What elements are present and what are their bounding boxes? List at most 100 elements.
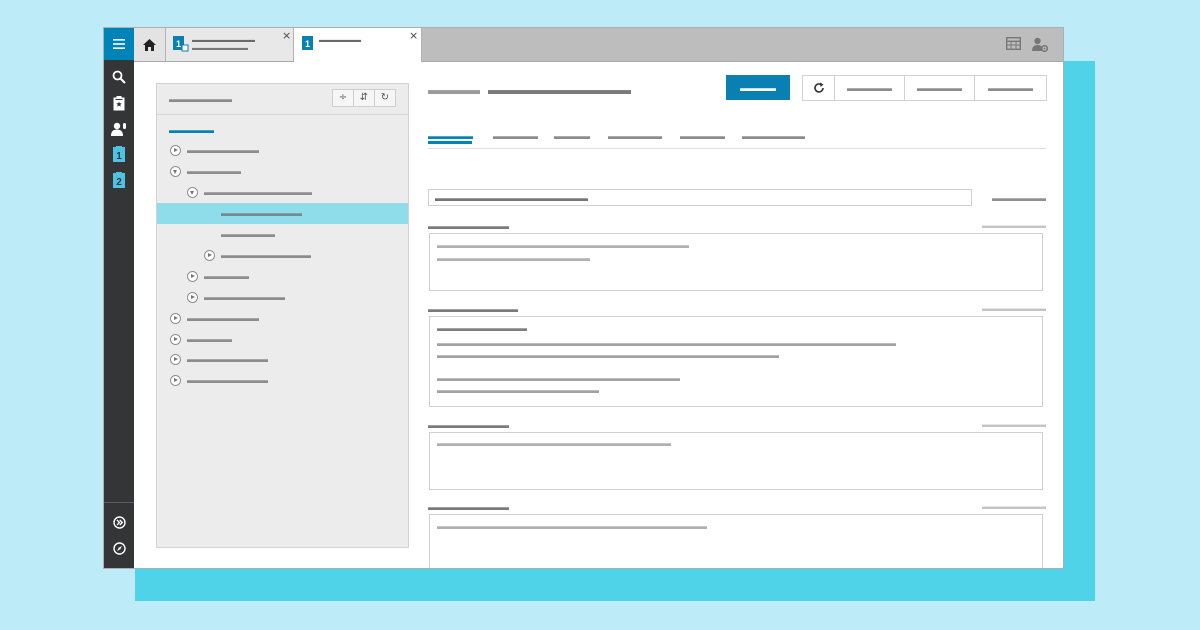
tree-title: ▬▬▬▬▬▬▬ — [169, 94, 232, 104]
tree-node[interactable]: ▬▬▬▬▬▬ — [157, 161, 408, 182]
expand-toggle-icon[interactable] — [204, 250, 215, 261]
tab2-close-button[interactable]: × — [409, 30, 418, 41]
field-text-line: ▬▬▬▬▬▬▬▬▬▬▬▬▬▬▬▬▬▬▬▬▬▬▬▬▬▬ — [437, 438, 671, 448]
collapse-toggle-icon[interactable] — [187, 187, 198, 198]
table-view-button[interactable] — [1005, 36, 1022, 53]
active-tab-indicator — [428, 141, 472, 144]
text-area-field[interactable]: ▬▬▬▬▬▬▬▬▬▬▬▬▬▬▬▬▬▬▬▬▬▬▬▬▬▬▬▬ ▬▬▬▬▬▬▬▬▬▬▬… — [429, 233, 1043, 291]
tree-node[interactable]: ▬▬▬▬▬ — [157, 266, 408, 287]
table-icon — [1005, 36, 1022, 51]
badge-2-icon: 2 — [113, 172, 125, 188]
search-icon — [112, 70, 126, 84]
compass-icon — [112, 541, 126, 555]
advanced-search-link[interactable]: ▬▬▬▬▬▬ — [992, 193, 1046, 203]
tree-node[interactable]: ▬▬▬▬▬▬▬▬▬▬▬▬ — [157, 182, 408, 203]
tab-badge-icon: 1 — [302, 36, 313, 50]
field-label: ▬▬▬▬▬▬▬▬▬ — [428, 502, 509, 512]
expand-toggle-icon[interactable] — [170, 145, 181, 156]
tab-strip: 1 ▬▬▬▬▬▬▬▬▬ ▬▬▬▬▬▬▬▬ × 1 ▬▬▬▬▬▬ × — [134, 28, 1063, 62]
expand-toggle-icon[interactable] — [170, 313, 181, 324]
tree-toolbar: ÷ ⇵ ↻ — [332, 89, 396, 107]
field-label: ▬▬▬▬▬▬▬▬▬ — [428, 420, 509, 430]
field-meta: ▬▬▬▬▬▬▬▬ — [982, 304, 1046, 313]
tree-sort-button[interactable]: ⇵ — [354, 90, 375, 106]
rail-user-mic-button[interactable] — [111, 121, 127, 137]
tab-4[interactable]: ▬▬▬▬▬▬ — [608, 131, 662, 141]
rail-search-button[interactable] — [111, 69, 127, 85]
home-tab[interactable] — [134, 28, 166, 61]
action-button-1[interactable]: ▬▬▬▬▬ — [835, 76, 905, 100]
user-settings-icon — [1032, 37, 1049, 53]
badge-2-label: 2 — [116, 177, 122, 188]
action-button-2[interactable]: ▬▬▬▬▬ — [905, 76, 975, 100]
field-text-line: ▬▬▬▬▬▬▬▬▬▬▬▬▬▬▬▬▬▬▬▬▬▬▬▬▬▬▬ — [437, 373, 680, 383]
tab-record-1[interactable]: 1 ▬▬▬▬▬▬▬▬▬ ▬▬▬▬▬▬▬▬ × — [166, 28, 294, 61]
tree-refresh-button[interactable]: ↻ — [375, 90, 395, 106]
tab-6[interactable]: ▬▬▬▬▬▬▬ — [742, 131, 805, 141]
forward-circle-icon — [112, 515, 126, 529]
hamburger-icon — [113, 39, 125, 49]
tree-node[interactable]: ▬▬▬▬▬▬▬▬ — [157, 308, 408, 329]
search-input[interactable] — [428, 189, 972, 206]
rail-clipboard-button[interactable] — [111, 95, 127, 111]
page-title: ▬▬▬▬▬▬▬▬▬▬▬ — [488, 82, 631, 97]
tree-collapse-button[interactable]: ÷ — [333, 90, 354, 106]
tree-node[interactable]: ▬▬▬▬▬▬▬▬▬ — [157, 287, 408, 308]
tree-node-label: ▬▬▬▬▬▬ — [221, 229, 275, 239]
tab1-close-button[interactable]: × — [282, 30, 291, 41]
collapse-toggle-icon[interactable] — [170, 166, 181, 177]
left-rail: 1 2 — [104, 28, 134, 568]
field-text-line: ▬▬▬▬▬▬▬▬▬▬▬▬▬▬▬▬▬ — [437, 253, 590, 263]
text-area-field[interactable]: ▬▬▬▬▬▬▬▬▬▬▬▬▬▬▬▬▬▬▬▬▬▬▬▬▬▬▬▬▬▬ — [429, 514, 1043, 568]
tree-node-selected[interactable]: ▬▬▬▬▬▬▬▬▬ — [157, 203, 408, 224]
text-area-field[interactable]: ▬▬▬▬▬▬▬▬▬▬▬▬▬▬▬▬▬▬▬▬▬▬▬▬▬▬ — [429, 432, 1043, 490]
refresh-icon — [813, 82, 824, 93]
tree-node-label: ▬▬▬▬▬▬▬▬▬ — [204, 292, 285, 302]
refresh-button[interactable] — [803, 76, 835, 100]
tab-5[interactable]: ▬▬▬▬▬ — [680, 131, 725, 141]
tree-node-label: ▬▬▬▬▬▬▬▬▬▬ — [221, 250, 311, 260]
tab-3[interactable]: ▬▬▬▬ — [554, 131, 590, 141]
text-area-field[interactable]: ▬▬▬▬▬▬▬▬▬▬ ▬▬▬▬▬▬▬▬▬▬▬▬▬▬▬▬▬▬▬▬▬▬▬▬▬▬▬▬▬… — [429, 316, 1043, 407]
tree-node-label: ▬▬▬▬▬ — [187, 334, 232, 344]
tab1-title: ▬▬▬▬▬▬▬▬▬ — [192, 37, 255, 44]
tree-header: ▬▬▬▬▬▬▬ ÷ ⇵ ↻ — [157, 84, 408, 115]
expand-toggle-icon[interactable] — [187, 292, 198, 303]
action-button-group: ▬▬▬▬▬ ▬▬▬▬▬ ▬▬▬▬▬ — [802, 75, 1047, 101]
field-text-line: ▬▬▬▬▬▬▬▬▬▬▬▬▬▬▬▬▬▬ — [437, 385, 599, 395]
menu-button[interactable] — [104, 28, 134, 60]
tab-badge-icon: 1 — [173, 36, 189, 52]
expand-toggle-icon[interactable] — [170, 375, 181, 386]
tree-root-link[interactable]: ▬▬▬▬▬ — [169, 125, 214, 135]
rail-badge-1-button[interactable]: 1 — [111, 146, 127, 162]
rail-badge-2-button[interactable]: 2 — [111, 172, 127, 188]
tree-node[interactable]: ▬▬▬▬▬▬▬▬▬ — [157, 370, 408, 391]
tree-node[interactable]: ▬▬▬▬▬▬▬▬▬ — [157, 349, 408, 370]
tab-2[interactable]: ▬▬▬▬▬ — [493, 131, 538, 141]
tab2-badge-label: 1 — [305, 39, 310, 49]
field-label: ▬▬▬▬▬▬▬▬▬▬ — [428, 304, 518, 314]
tree-node[interactable]: ▬▬▬▬▬▬ — [157, 224, 408, 245]
field-text-line: ▬▬▬▬▬▬▬▬▬▬▬▬▬▬▬▬▬▬▬▬▬▬▬▬▬▬▬▬▬▬▬▬▬▬▬▬▬▬▬▬… — [437, 338, 896, 348]
expand-toggle-icon[interactable] — [187, 271, 198, 282]
badge-1-label: 1 — [116, 151, 122, 162]
tree-node-label: ▬▬▬▬▬▬▬▬ — [187, 313, 259, 323]
field-meta: ▬▬▬▬▬▬▬▬ — [982, 502, 1046, 511]
tab-active[interactable]: ▬▬▬▬▬ — [428, 131, 473, 141]
user-mic-icon — [111, 122, 126, 136]
rail-compass-button[interactable] — [111, 540, 127, 556]
tree-node-label: ▬▬▬▬▬▬ — [187, 166, 241, 176]
action-button-3[interactable]: ▬▬▬▬▬ — [975, 76, 1046, 100]
tree-node[interactable]: ▬▬▬▬▬ — [157, 329, 408, 350]
rail-forward-button[interactable] — [111, 514, 127, 530]
expand-toggle-icon[interactable] — [170, 334, 181, 345]
user-settings-button[interactable] — [1032, 37, 1049, 53]
tree-node-label: ▬▬▬▬▬▬▬▬ — [187, 145, 259, 155]
tab-record-active[interactable]: 1 ▬▬▬▬▬▬ × — [294, 28, 422, 62]
tree-node[interactable]: ▬▬▬▬▬▬▬▬ — [157, 140, 408, 161]
rail-divider — [104, 502, 134, 503]
tree-node[interactable]: ▬▬▬▬▬▬▬▬▬▬ — [157, 245, 408, 266]
field-text-line: ▬▬▬▬▬▬▬▬▬▬▬▬▬▬▬▬▬▬▬▬▬▬▬▬▬▬▬▬▬▬ — [437, 521, 707, 531]
primary-action-button[interactable]: ▬▬▬▬ — [726, 75, 790, 100]
expand-toggle-icon[interactable] — [170, 354, 181, 365]
